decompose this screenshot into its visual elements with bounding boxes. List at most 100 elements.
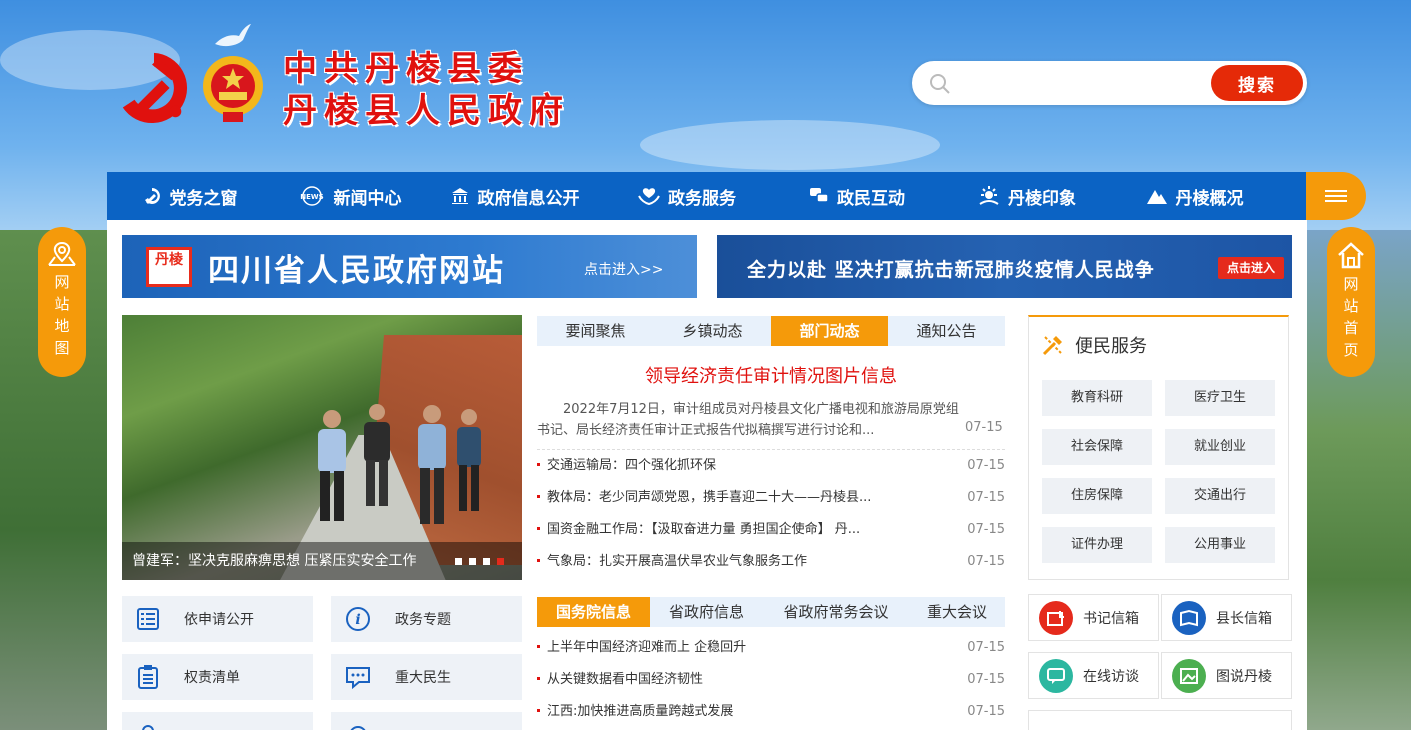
service-employment[interactable]: 就业创业	[1165, 429, 1275, 465]
site-logo[interactable]: 中共丹棱县委 丹棱县人民政府	[115, 24, 575, 140]
sun-icon	[979, 186, 999, 205]
county-head-mailbox[interactable]: 县长信箱	[1161, 594, 1292, 641]
search-button[interactable]: 搜索	[1211, 65, 1303, 101]
headline-summary[interactable]: 2022年7月12日，审计组成员对丹棱县文化广播电视和旅游局原党组书记、局长经济…	[537, 399, 965, 441]
headline-date: 07-15	[965, 420, 1003, 435]
chat-bubble-icon	[1039, 658, 1073, 693]
secretary-mailbox[interactable]: 书记信箱	[1028, 594, 1159, 641]
logo-title-line2: 丹棱县人民政府	[283, 91, 570, 131]
bullet	[537, 709, 540, 712]
service-social-security[interactable]: 社会保障	[1042, 429, 1152, 465]
nav-item-overview[interactable]: 丹棱概况	[1112, 172, 1277, 220]
service-transport[interactable]: 交通出行	[1165, 478, 1275, 514]
search-input[interactable]	[962, 69, 1202, 97]
quick-link-duties[interactable]: 权责清单	[122, 654, 313, 700]
site-map-tab[interactable]: 网站地图	[38, 227, 86, 377]
building-icon	[451, 188, 468, 204]
news-title: 上半年中国经济迎难而上 企稳回升	[547, 640, 747, 655]
carousel-dot[interactable]	[455, 558, 462, 565]
covid-banner[interactable]: 全力以赴 坚决打赢抗击新冠肺炎疫情人民战争 点击进入	[717, 235, 1292, 298]
home-tab[interactable]: 网站首页	[1327, 227, 1375, 377]
tab-major-meetings[interactable]: 重大会议	[909, 597, 1005, 627]
nav-label: 丹棱概况	[1175, 188, 1244, 209]
news-title: 交通运输局：四个强化抓环保	[547, 458, 717, 473]
quick-link-apply[interactable]: 依申请公开	[122, 596, 313, 642]
quick-link-partial[interactable]	[331, 712, 522, 730]
home-label: 网站首页	[1343, 275, 1359, 359]
tab-province-meetings[interactable]: 省政府常务会议	[763, 597, 909, 627]
carousel-dot-active[interactable]	[497, 558, 504, 565]
service-documents[interactable]: 证件办理	[1042, 527, 1152, 563]
hamburger-icon	[1325, 187, 1347, 205]
bullet	[537, 559, 540, 562]
news-title: 国资金融工作局：【汲取奋进力量 勇担国企使命】 丹...	[547, 522, 861, 537]
svg-text:NEWS: NEWS	[300, 193, 323, 201]
book-icon	[1172, 600, 1206, 635]
news-date: 07-15	[967, 458, 1005, 473]
news-item[interactable]: 教体局：老少同声颂党恩，携手喜迎二十大——丹棱县... 07-15	[537, 488, 1005, 508]
nav-item-interaction[interactable]: 政民互动	[772, 172, 942, 220]
svg-text:i: i	[355, 612, 360, 628]
online-interview[interactable]: 在线访谈	[1028, 652, 1159, 699]
nav-item-impression[interactable]: 丹棱印象	[942, 172, 1112, 220]
carousel-dots	[448, 558, 504, 565]
search-box: 搜索	[912, 61, 1307, 105]
news-item[interactable]: 交通运输局：四个强化抓环保 07-15	[537, 456, 1005, 476]
news-item[interactable]: 气象局：扎实开展高温伏旱农业气象服务工作 07-15	[537, 552, 1005, 572]
divider	[537, 449, 1005, 450]
service-education[interactable]: 教育科研	[1042, 380, 1152, 416]
mailbox-label: 书记信箱	[1083, 610, 1139, 627]
nav-label: 政务服务	[668, 188, 736, 209]
news-item[interactable]: 国资金融工作局：【汲取奋进力量 勇担国企使命】 丹... 07-15	[537, 520, 1005, 540]
headline-title[interactable]: 领导经济责任审计情况图片信息	[537, 362, 1005, 388]
bullet	[537, 677, 540, 680]
banner-enter-button[interactable]: 点击进入	[1218, 257, 1284, 279]
tab-state-council[interactable]: 国务院信息	[537, 597, 650, 627]
quick-link-topics[interactable]: i 政务专题	[331, 596, 522, 642]
mailbox-label: 在线访谈	[1083, 668, 1139, 685]
map-pin-icon	[48, 241, 76, 266]
tab-headlines[interactable]: 要闻聚焦	[537, 316, 654, 346]
danling-pictures[interactable]: 图说丹棱	[1161, 652, 1292, 699]
tab-townships[interactable]: 乡镇动态	[654, 316, 771, 346]
search-icon	[930, 74, 950, 94]
nav-item-gov-info[interactable]: 政府信息公开	[427, 172, 602, 220]
bullet	[537, 645, 540, 648]
quick-link-partial[interactable]	[122, 712, 313, 730]
state-news-item[interactable]: 江西:加快推进高质量跨越式发展 07-15	[537, 702, 1005, 722]
nav-label: 丹棱印象	[1008, 188, 1076, 209]
mountain-icon	[1146, 190, 1167, 204]
dove-icon	[215, 24, 251, 47]
state-news-item[interactable]: 上半年中国经济迎难而上 企稳回升 07-15	[537, 638, 1005, 658]
nav-item-party[interactable]: 党务之窗	[107, 172, 272, 220]
nav-label: 新闻中心	[333, 188, 402, 209]
media-matrix-box[interactable]	[1028, 710, 1292, 730]
tab-notices[interactable]: 通知公告	[888, 316, 1005, 346]
sichuan-gov-banner[interactable]: 丹棱 四川省人民政府网站 点击进入>>	[122, 235, 697, 298]
photo-person	[457, 409, 481, 511]
service-housing[interactable]: 住房保障	[1042, 478, 1152, 514]
tab-departments[interactable]: 部门动态	[771, 316, 888, 346]
quick-link-livelihood[interactable]: 重大民生	[331, 654, 522, 700]
home-icon	[1338, 242, 1364, 269]
tab-province-info[interactable]: 省政府信息	[650, 597, 763, 627]
mailbox-label: 县长信箱	[1216, 610, 1272, 627]
state-news-item[interactable]: 从关键数据看中国经济韧性 07-15	[537, 670, 1005, 690]
banner-enter-link[interactable]: 点击进入>>	[584, 259, 663, 279]
news-date: 07-15	[967, 522, 1005, 537]
bullet	[537, 495, 540, 498]
service-medical[interactable]: 医疗卫生	[1165, 380, 1275, 416]
news-date: 07-15	[967, 672, 1005, 687]
news-carousel[interactable]: 曾建军：坚决克服麻痹思想 压紧压实安全工作	[122, 315, 522, 580]
service-utilities[interactable]: 公用事业	[1165, 527, 1275, 563]
service-panel: 便民服务 教育科研 医疗卫生 社会保障 就业创业 住房保障 交通出行 证件办理 …	[1028, 315, 1289, 580]
carousel-dot[interactable]	[469, 558, 476, 565]
news-date: 07-15	[967, 490, 1005, 505]
nav-item-gov-service[interactable]: 政务服务	[602, 172, 772, 220]
carousel-dot[interactable]	[483, 558, 490, 565]
quick-link-label: 权责清单	[184, 670, 240, 686]
menu-toggle-button[interactable]	[1306, 172, 1366, 220]
nav-item-news[interactable]: NEWS 新闻中心	[272, 172, 427, 220]
mailbox-icon	[1039, 600, 1073, 635]
nav-label: 政府信息公开	[477, 188, 580, 209]
